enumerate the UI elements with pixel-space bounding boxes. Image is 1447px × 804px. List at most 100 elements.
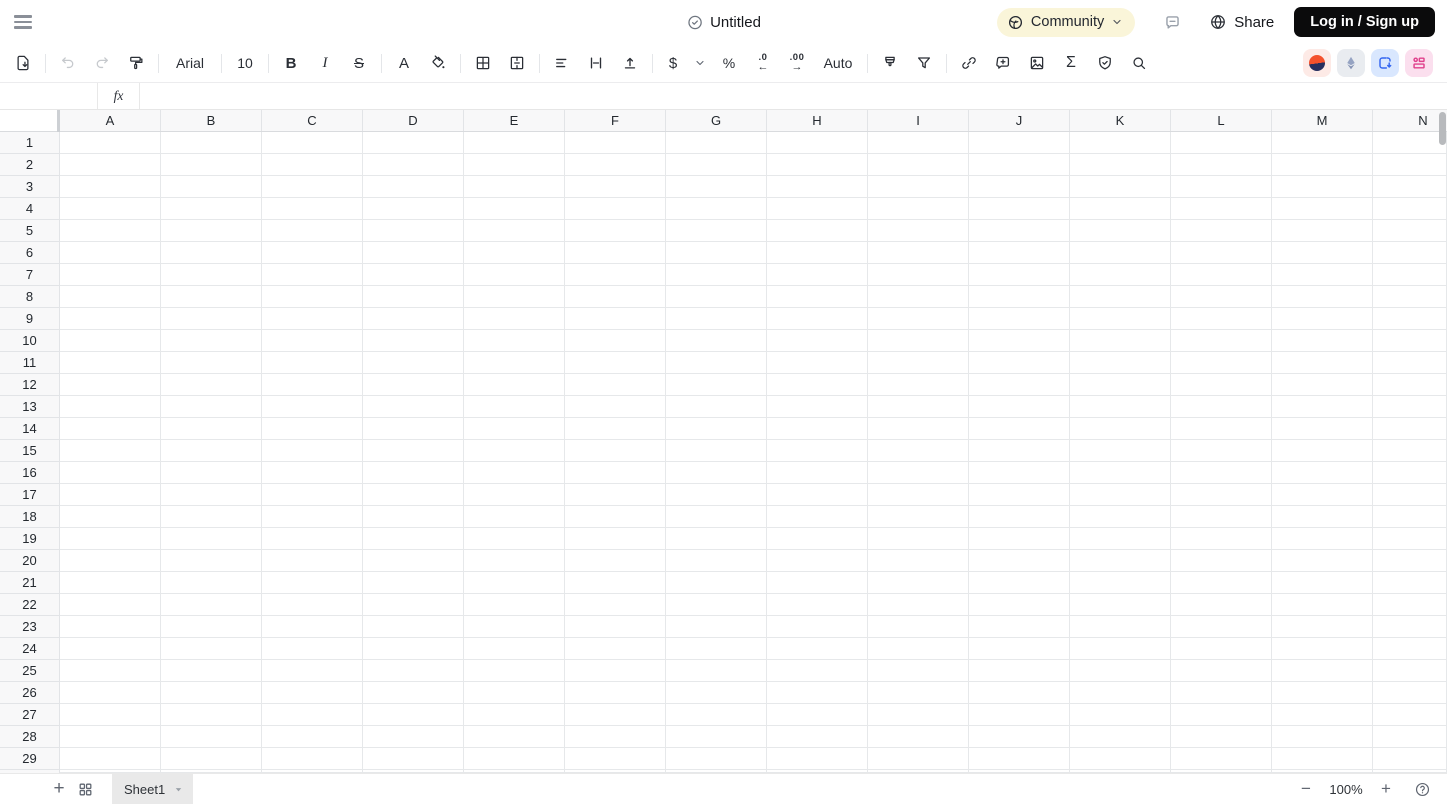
text-color-button[interactable]: A (391, 50, 417, 76)
cell-area[interactable] (60, 132, 1447, 773)
column-header[interactable]: F (565, 110, 666, 131)
row-header[interactable]: 5 (0, 220, 59, 242)
row-header[interactable]: 21 (0, 572, 59, 594)
percent-button[interactable]: % (716, 50, 742, 76)
row-header[interactable]: 19 (0, 528, 59, 550)
row-header[interactable]: 6 (0, 242, 59, 264)
column-header[interactable]: I (868, 110, 969, 131)
column-header[interactable]: C (262, 110, 363, 131)
file-download-icon[interactable] (10, 50, 36, 76)
row-header[interactable]: 28 (0, 726, 59, 748)
column-header[interactable]: A (60, 110, 161, 131)
row-header[interactable]: 15 (0, 440, 59, 462)
link-icon[interactable] (956, 50, 982, 76)
row-header[interactable]: 8 (0, 286, 59, 308)
zoom-out-icon[interactable]: − (1295, 779, 1317, 799)
export-plugin-icon[interactable] (1371, 49, 1399, 77)
currency-button[interactable]: $ (662, 50, 684, 76)
redo-icon[interactable] (89, 50, 115, 76)
align-left-icon[interactable] (549, 50, 575, 76)
layout-plugin-icon[interactable] (1405, 49, 1433, 77)
column-header[interactable]: E (464, 110, 565, 131)
add-sheet-icon[interactable]: + (46, 776, 72, 802)
fill-color-icon[interactable] (425, 50, 451, 76)
column-header[interactable]: K (1070, 110, 1171, 131)
column-header[interactable]: J (969, 110, 1070, 131)
row-header[interactable]: 11 (0, 352, 59, 374)
number-format-value: Auto (823, 55, 853, 71)
row-header[interactable]: 25 (0, 660, 59, 682)
filter-icon[interactable] (911, 50, 937, 76)
row-header[interactable]: 18 (0, 506, 59, 528)
row-header[interactable]: 9 (0, 308, 59, 330)
row-header[interactable]: 27 (0, 704, 59, 726)
sheet-tab-chevron-icon[interactable] (173, 784, 184, 795)
document-title-area[interactable]: Untitled (686, 14, 761, 31)
row-header[interactable]: 29 (0, 748, 59, 770)
row-header[interactable]: 3 (0, 176, 59, 198)
row-header[interactable]: 10 (0, 330, 59, 352)
share-label: Share (1234, 13, 1275, 31)
zoom-level[interactable]: 100% (1327, 782, 1365, 797)
sunset-plugin-icon[interactable] (1303, 49, 1331, 77)
row-header[interactable]: 17 (0, 484, 59, 506)
page-title[interactable]: Untitled (710, 14, 761, 31)
select-all-corner[interactable] (0, 110, 60, 132)
row-header[interactable]: 26 (0, 682, 59, 704)
merge-cells-icon[interactable] (504, 50, 530, 76)
italic-button[interactable]: I (312, 50, 338, 76)
vertical-scrollbar[interactable] (1439, 112, 1446, 145)
font-family-select[interactable]: Arial (168, 50, 212, 76)
row-header[interactable]: 12 (0, 374, 59, 396)
column-header[interactable]: G (666, 110, 767, 131)
sheet-tab-sheet1[interactable]: Sheet1 (112, 774, 194, 804)
format-painter-icon[interactable] (123, 50, 149, 76)
help-icon[interactable] (1411, 778, 1433, 800)
ethereum-plugin-icon[interactable] (1337, 49, 1365, 77)
row-header[interactable]: 24 (0, 638, 59, 660)
column-header[interactable]: H (767, 110, 868, 131)
cell-name-box[interactable] (0, 83, 98, 109)
search-icon[interactable] (1126, 50, 1152, 76)
column-header[interactable]: L (1171, 110, 1272, 131)
borders-icon[interactable] (470, 50, 496, 76)
comment-icon[interactable] (1157, 7, 1187, 37)
column-header[interactable]: B (161, 110, 262, 131)
theme-format-icon[interactable] (877, 50, 903, 76)
add-comment-icon[interactable] (990, 50, 1016, 76)
image-icon[interactable] (1024, 50, 1050, 76)
row-header[interactable]: 2 (0, 154, 59, 176)
row-header[interactable]: 7 (0, 264, 59, 286)
strikethrough-button[interactable]: S (346, 50, 372, 76)
zoom-in-icon[interactable]: + (1375, 779, 1397, 799)
hamburger-icon[interactable] (14, 9, 40, 35)
login-signup-button[interactable]: Log in / Sign up (1294, 7, 1435, 37)
number-format-select[interactable]: Auto (818, 50, 858, 76)
font-size-select[interactable]: 10 (231, 50, 259, 76)
column-header[interactable]: M (1272, 110, 1373, 131)
column-header[interactable]: N (1373, 110, 1447, 131)
community-button[interactable]: Community (996, 7, 1136, 37)
bold-button[interactable]: B (278, 50, 304, 76)
row-header[interactable]: 16 (0, 462, 59, 484)
decrease-decimal-icon[interactable]: .0 ← (750, 50, 776, 76)
row-header[interactable]: 13 (0, 396, 59, 418)
fx-label: fx (98, 83, 140, 109)
row-header[interactable]: 14 (0, 418, 59, 440)
protect-icon[interactable] (1092, 50, 1118, 76)
increase-decimal-icon[interactable]: .00 → (784, 50, 810, 76)
row-header[interactable]: 4 (0, 198, 59, 220)
sum-icon[interactable]: Σ (1058, 50, 1084, 76)
all-sheets-icon[interactable] (72, 776, 98, 802)
row-header[interactable]: 20 (0, 550, 59, 572)
row-header[interactable]: 22 (0, 594, 59, 616)
column-header[interactable]: D (363, 110, 464, 131)
row-header[interactable]: 1 (0, 132, 59, 154)
text-overflow-icon[interactable] (617, 50, 643, 76)
row-header[interactable]: 23 (0, 616, 59, 638)
vertical-align-icon[interactable] (583, 50, 609, 76)
undo-icon[interactable] (55, 50, 81, 76)
formula-input[interactable] (140, 83, 1447, 109)
currency-chevron-icon[interactable] (692, 50, 708, 76)
share-button[interactable]: Share (1209, 13, 1274, 31)
